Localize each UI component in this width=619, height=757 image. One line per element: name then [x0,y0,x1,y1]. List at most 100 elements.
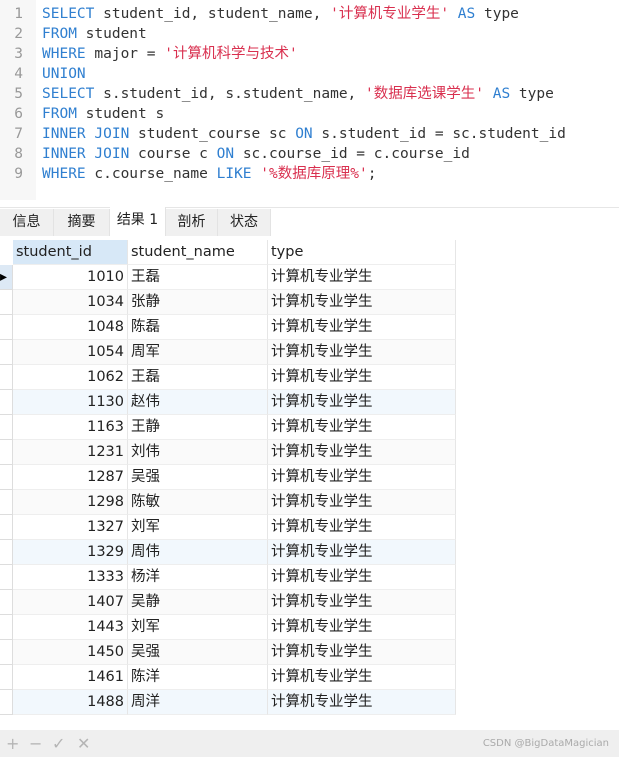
cell-type[interactable]: 计算机专业学生 [268,290,456,315]
sql-editor[interactable]: 1 SELECT student_id, student_name, '计算机专业… [0,0,619,200]
cell-type[interactable]: 计算机专业学生 [268,515,456,540]
cell-student-id[interactable]: 1130 [13,390,128,415]
column-header-student-name[interactable]: student_name [128,240,268,265]
table-row[interactable]: 1327 刘军 计算机专业学生 [0,515,456,540]
cell-student-id[interactable]: 1231 [13,440,128,465]
table-row[interactable]: 1488 周洋 计算机专业学生 [0,690,456,715]
cell-student-id[interactable]: 1034 [13,290,128,315]
cell-student-id[interactable]: 1287 [13,465,128,490]
row-indicator[interactable] [0,515,13,540]
cell-type[interactable]: 计算机专业学生 [268,365,456,390]
cell-student-name[interactable]: 王静 [128,415,268,440]
row-indicator[interactable] [0,665,13,690]
cell-student-name[interactable]: 吴静 [128,590,268,615]
cell-student-name[interactable]: 赵伟 [128,390,268,415]
cell-student-name[interactable]: 吴强 [128,465,268,490]
table-row[interactable]: 1287 吴强 计算机专业学生 [0,465,456,490]
cell-student-id[interactable]: 1488 [13,690,128,715]
cell-type[interactable]: 计算机专业学生 [268,265,456,290]
row-indicator[interactable] [0,365,13,390]
table-row[interactable]: 1231 刘伟 计算机专业学生 [0,440,456,465]
table-row[interactable]: 1450 吴强 计算机专业学生 [0,640,456,665]
cell-student-name[interactable]: 陈磊 [128,315,268,340]
cell-type[interactable]: 计算机专业学生 [268,340,456,365]
tab-4[interactable]: 剖析 [166,209,218,236]
cell-student-id[interactable]: 1010 [13,265,128,290]
table-row[interactable]: 1461 陈洋 计算机专业学生 [0,665,456,690]
cell-type[interactable]: 计算机专业学生 [268,315,456,340]
row-indicator[interactable] [0,315,13,340]
cell-student-id[interactable]: 1333 [13,565,128,590]
cell-student-id[interactable]: 1163 [13,415,128,440]
add-record-button[interactable]: + [6,730,19,757]
cell-type[interactable]: 计算机专业学生 [268,490,456,515]
table-row[interactable]: 1443 刘军 计算机专业学生 [0,615,456,640]
delete-record-button[interactable]: − [29,730,42,757]
table-row[interactable]: 1054 周军 计算机专业学生 [0,340,456,365]
cell-type[interactable]: 计算机专业学生 [268,640,456,665]
table-row[interactable]: 1407 吴静 计算机专业学生 [0,590,456,615]
table-row[interactable]: ▸ 1010 王磊 计算机专业学生 [0,265,456,290]
cell-type[interactable]: 计算机专业学生 [268,565,456,590]
tab-3[interactable]: 结果 1 [110,207,166,236]
tab-2[interactable]: 摘要 [54,209,110,236]
row-indicator[interactable] [0,440,13,465]
discard-changes-button[interactable]: ✕ [77,730,90,757]
row-indicator[interactable] [0,590,13,615]
cell-type[interactable]: 计算机专业学生 [268,615,456,640]
cell-type[interactable]: 计算机专业学生 [268,540,456,565]
cell-student-id[interactable]: 1407 [13,590,128,615]
apply-changes-button[interactable]: ✓ [52,730,65,757]
table-row[interactable]: 1130 赵伟 计算机专业学生 [0,390,456,415]
cell-student-id[interactable]: 1054 [13,340,128,365]
cell-type[interactable]: 计算机专业学生 [268,440,456,465]
row-indicator[interactable] [0,565,13,590]
column-header-type[interactable]: type [268,240,456,265]
table-row[interactable]: 1329 周伟 计算机专业学生 [0,540,456,565]
row-indicator[interactable] [0,465,13,490]
cell-student-name[interactable]: 吴强 [128,640,268,665]
cell-type[interactable]: 计算机专业学生 [268,465,456,490]
cell-type[interactable]: 计算机专业学生 [268,590,456,615]
row-indicator[interactable] [0,290,13,315]
tab-1[interactable]: 信息 [0,209,54,236]
cell-student-name[interactable]: 王磊 [128,265,268,290]
row-indicator[interactable] [0,490,13,515]
row-indicator[interactable] [0,390,13,415]
cell-student-id[interactable]: 1062 [13,365,128,390]
table-row[interactable]: 1333 杨洋 计算机专业学生 [0,565,456,590]
row-indicator[interactable] [0,540,13,565]
cell-student-name[interactable]: 周伟 [128,540,268,565]
cell-student-id[interactable]: 1298 [13,490,128,515]
row-indicator[interactable] [0,690,13,715]
column-header-student-id[interactable]: student_id [13,240,128,265]
cell-student-id[interactable]: 1048 [13,315,128,340]
cell-student-name[interactable]: 王磊 [128,365,268,390]
table-row[interactable]: 1048 陈磊 计算机专业学生 [0,315,456,340]
cell-student-name[interactable]: 刘伟 [128,440,268,465]
cell-type[interactable]: 计算机专业学生 [268,390,456,415]
cell-student-name[interactable]: 陈洋 [128,665,268,690]
cell-student-id[interactable]: 1327 [13,515,128,540]
row-indicator[interactable] [0,340,13,365]
row-indicator[interactable] [0,615,13,640]
cell-student-id[interactable]: 1329 [13,540,128,565]
cell-student-id[interactable]: 1450 [13,640,128,665]
cell-type[interactable]: 计算机专业学生 [268,415,456,440]
cell-type[interactable]: 计算机专业学生 [268,690,456,715]
table-row[interactable]: 1034 张静 计算机专业学生 [0,290,456,315]
cell-student-name[interactable]: 刘军 [128,615,268,640]
cell-student-name[interactable]: 周军 [128,340,268,365]
tab-5[interactable]: 状态 [218,209,271,236]
table-row[interactable]: 1062 王磊 计算机专业学生 [0,365,456,390]
table-row[interactable]: 1298 陈敏 计算机专业学生 [0,490,456,515]
cell-student-name[interactable]: 陈敏 [128,490,268,515]
row-indicator[interactable]: ▸ [0,265,13,290]
row-indicator[interactable] [0,640,13,665]
cell-student-id[interactable]: 1461 [13,665,128,690]
cell-student-name[interactable]: 刘军 [128,515,268,540]
table-row[interactable]: 1163 王静 计算机专业学生 [0,415,456,440]
row-indicator[interactable] [0,415,13,440]
cell-student-name[interactable]: 周洋 [128,690,268,715]
cell-student-id[interactable]: 1443 [13,615,128,640]
